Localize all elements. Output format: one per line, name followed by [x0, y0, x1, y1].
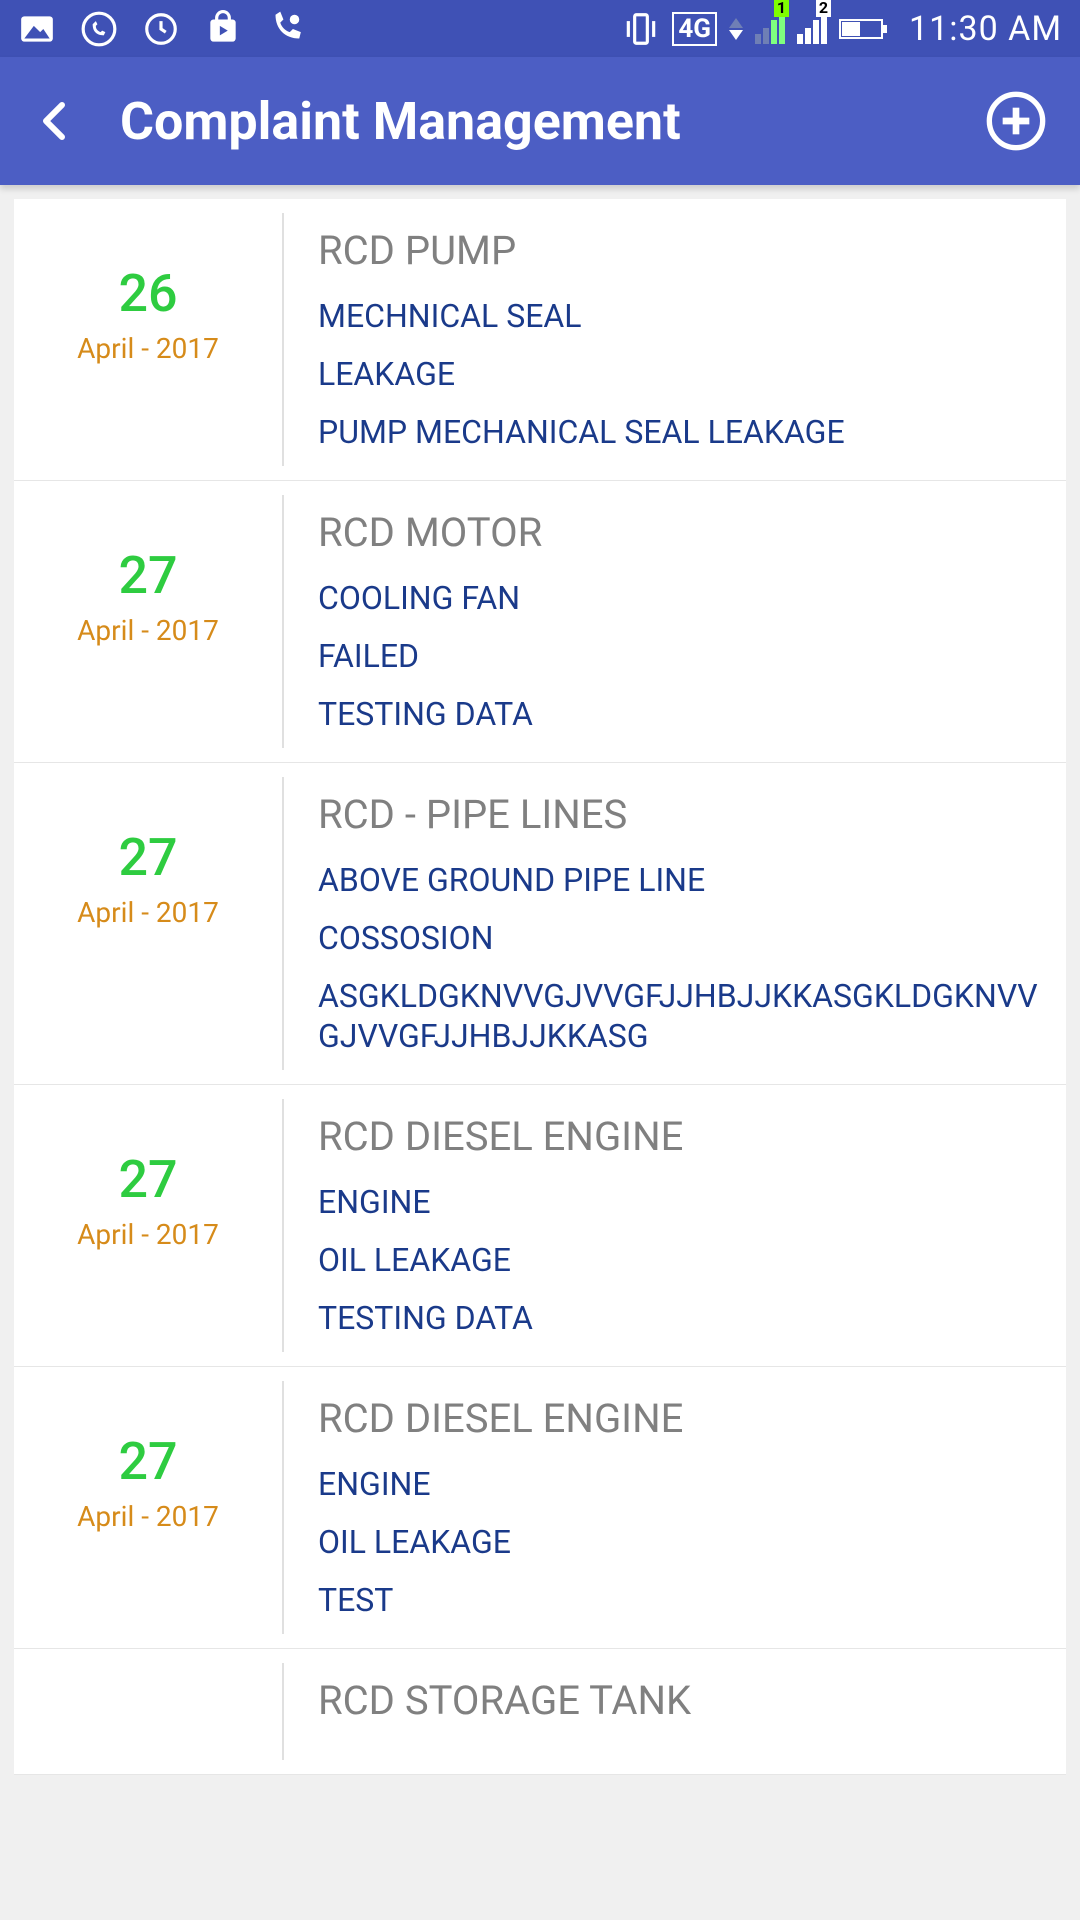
- complaint-field-1: MECHNICAL SEAL: [318, 296, 1042, 336]
- image-icon: [18, 10, 56, 48]
- complaint-field-1: ENGINE: [318, 1182, 1042, 1222]
- status-bar: 4G 1 2 11:30 AM: [0, 0, 1080, 57]
- battery-icon: [839, 10, 889, 48]
- date-column: 26 April - 2017: [14, 199, 282, 480]
- call-icon: [266, 10, 304, 48]
- complaint-body: RCD MOTOR COOLING FAN FAILED TESTING DAT…: [284, 481, 1066, 762]
- add-complaint-button[interactable]: [984, 89, 1048, 153]
- status-left: [18, 10, 304, 48]
- equipment-name: RCD STORAGE TANK: [318, 1677, 1042, 1724]
- complaint-item[interactable]: RCD STORAGE TANK: [14, 1649, 1066, 1775]
- complaint-field-3: ASGKLDGKNVVGJVVGFJJHBJJKKASGKLDGKNVVGJVV…: [318, 976, 1042, 1056]
- equipment-name: RCD - PIPE LINES: [318, 791, 1042, 838]
- sim2-signal-icon: 2: [797, 10, 827, 48]
- sim1-signal-icon: 1: [755, 10, 785, 48]
- app-bar: Complaint Management: [0, 57, 1080, 185]
- equipment-name: RCD MOTOR: [318, 509, 1042, 556]
- complaint-field-1: ABOVE GROUND PIPE LINE: [318, 860, 1042, 900]
- complaint-field-2: LEAKAGE: [318, 354, 1042, 394]
- date-month: April - 2017: [14, 1218, 282, 1251]
- date-month: April - 2017: [14, 614, 282, 647]
- complaint-field-3: PUMP MECHANICAL SEAL LEAKAGE: [318, 412, 1042, 452]
- sync-icon: [142, 10, 180, 48]
- whatsapp-icon: [80, 10, 118, 48]
- date-month: April - 2017: [14, 896, 282, 929]
- date-day: 27: [14, 827, 282, 888]
- complaint-body: RCD DIESEL ENGINE ENGINE OIL LEAKAGE TES…: [284, 1085, 1066, 1366]
- date-column: 27 April - 2017: [14, 1367, 282, 1648]
- status-right: 4G 1 2 11:30 AM: [622, 9, 1062, 49]
- complaint-body: RCD DIESEL ENGINE ENGINE OIL LEAKAGE TES…: [284, 1367, 1066, 1648]
- data-arrows-icon: [729, 18, 743, 40]
- date-day: 26: [14, 263, 282, 324]
- clock-text: 11:30 AM: [909, 9, 1062, 49]
- complaint-field-2: OIL LEAKAGE: [318, 1522, 1042, 1562]
- complaint-field-2: FAILED: [318, 636, 1042, 676]
- date-column: 27 April - 2017: [14, 1085, 282, 1366]
- complaint-body: RCD PUMP MECHNICAL SEAL LEAKAGE PUMP MEC…: [284, 199, 1066, 480]
- back-button[interactable]: [32, 97, 80, 145]
- complaint-field-2: OIL LEAKAGE: [318, 1240, 1042, 1280]
- complaint-field-1: ENGINE: [318, 1464, 1042, 1504]
- complaint-field-3: TESTING DATA: [318, 1298, 1042, 1338]
- complaint-item[interactable]: 27 April - 2017 RCD MOTOR COOLING FAN FA…: [14, 481, 1066, 763]
- network-type-4g: 4G: [672, 12, 717, 46]
- complaint-field-3: TEST: [318, 1580, 1042, 1620]
- equipment-name: RCD DIESEL ENGINE: [318, 1113, 1042, 1160]
- date-month: April - 2017: [14, 1500, 282, 1533]
- vibrate-icon: [622, 10, 660, 48]
- complaint-item[interactable]: 27 April - 2017 RCD DIESEL ENGINE ENGINE…: [14, 1367, 1066, 1649]
- date-day: 27: [14, 1431, 282, 1492]
- complaint-field-1: COOLING FAN: [318, 578, 1042, 618]
- date-column: 27 April - 2017: [14, 481, 282, 762]
- page-title: Complaint Management: [120, 91, 984, 152]
- complaint-item[interactable]: 26 April - 2017 RCD PUMP MECHNICAL SEAL …: [14, 199, 1066, 481]
- play-store-icon: [204, 10, 242, 48]
- equipment-name: RCD DIESEL ENGINE: [318, 1395, 1042, 1442]
- complaint-body: RCD STORAGE TANK: [284, 1649, 1066, 1774]
- complaint-body: RCD - PIPE LINES ABOVE GROUND PIPE LINE …: [284, 763, 1066, 1084]
- equipment-name: RCD PUMP: [318, 227, 1042, 274]
- date-column: [14, 1649, 282, 1774]
- date-column: 27 April - 2017: [14, 763, 282, 1084]
- complaint-field-2: COSSOSION: [318, 918, 1042, 958]
- date-day: 27: [14, 545, 282, 606]
- complaint-item[interactable]: 27 April - 2017 RCD - PIPE LINES ABOVE G…: [14, 763, 1066, 1085]
- date-day: 27: [14, 1149, 282, 1210]
- date-month: April - 2017: [14, 332, 282, 365]
- complaint-item[interactable]: 27 April - 2017 RCD DIESEL ENGINE ENGINE…: [14, 1085, 1066, 1367]
- complaint-list[interactable]: 26 April - 2017 RCD PUMP MECHNICAL SEAL …: [0, 185, 1080, 1920]
- complaint-field-3: TESTING DATA: [318, 694, 1042, 734]
